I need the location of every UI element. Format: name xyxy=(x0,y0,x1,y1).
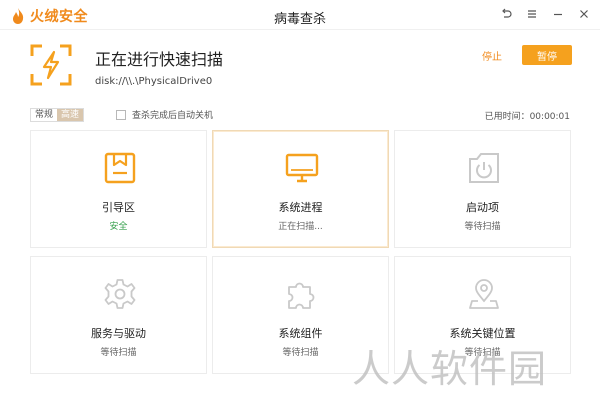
scan-item-name: 服务与驱动 xyxy=(91,327,146,340)
monitor-icon xyxy=(285,153,319,183)
window-controls xyxy=(498,6,592,22)
auto-shutdown-option[interactable]: 查杀完成后自动关机 xyxy=(116,108,213,121)
scan-item-startup: 启动项 等待扫描 xyxy=(394,130,571,248)
scan-item-system-process: 系统进程 正在扫描... xyxy=(212,130,389,248)
scan-item-status: 安全 xyxy=(109,222,128,232)
scan-item-status: 等待扫描 xyxy=(100,348,137,358)
mode-fast[interactable]: 高速 xyxy=(57,109,84,121)
minimize-icon[interactable] xyxy=(550,6,566,22)
scan-item-status: 正在扫描... xyxy=(278,222,323,232)
close-icon[interactable] xyxy=(576,6,592,22)
back-icon[interactable] xyxy=(498,6,514,22)
gear-icon xyxy=(104,279,136,309)
auto-shutdown-checkbox[interactable] xyxy=(116,109,126,120)
boot-sector-icon xyxy=(104,152,136,184)
pause-button[interactable]: 暂停 xyxy=(522,45,572,65)
scan-item-services-drivers: 服务与驱动 等待扫描 xyxy=(30,256,207,374)
watermark: 人人软件园 xyxy=(352,347,548,391)
scan-item-name: 启动项 xyxy=(466,201,499,214)
elapsed-time: 已用时间：00:00:01 xyxy=(484,112,570,122)
scan-item-status: 等待扫描 xyxy=(464,222,501,232)
stop-button[interactable]: 停止 xyxy=(472,45,512,65)
menu-icon[interactable] xyxy=(524,6,540,22)
auto-shutdown-label: 查杀完成后自动关机 xyxy=(132,111,214,121)
scan-item-name: 引导区 xyxy=(102,201,135,214)
mode-normal[interactable]: 常规 xyxy=(31,109,57,121)
location-pin-icon xyxy=(469,279,499,309)
scan-title: 正在进行快速扫描 xyxy=(95,50,224,69)
puzzle-icon xyxy=(288,282,315,309)
scan-path: disk://\\.\PhysicalDrive0 xyxy=(95,76,213,87)
power-icon xyxy=(469,153,499,183)
title-bar: 火绒安全 病毒查杀 xyxy=(0,0,600,30)
scan-item-boot-sector: 引导区 安全 xyxy=(30,130,207,248)
scan-mode-switch: 常规 高速 xyxy=(30,108,85,122)
quick-scan-icon xyxy=(30,44,72,86)
scan-item-name: 系统进程 xyxy=(278,201,323,214)
